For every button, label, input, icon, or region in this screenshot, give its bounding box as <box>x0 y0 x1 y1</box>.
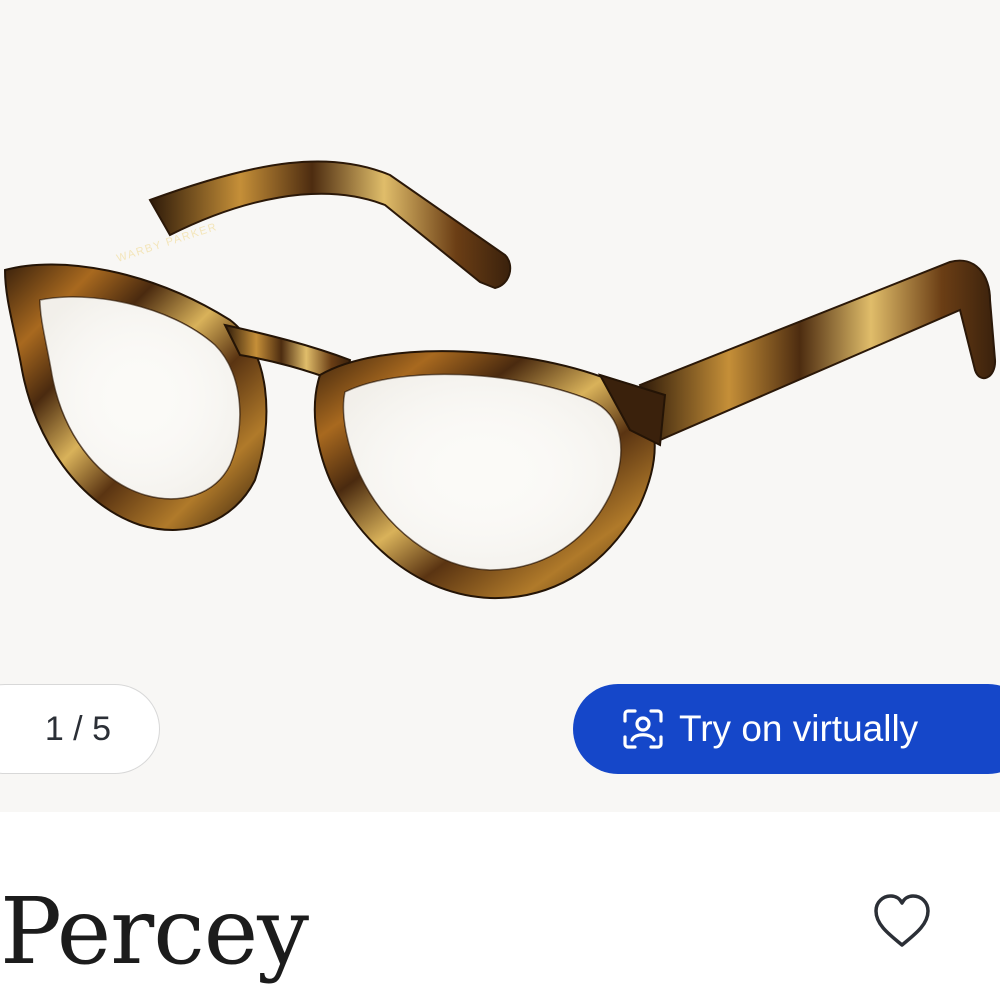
product-title: Percey <box>0 878 309 985</box>
face-scan-icon <box>621 707 665 751</box>
favorite-button[interactable] <box>862 882 942 962</box>
try-on-virtually-label: Try on virtually <box>679 708 919 749</box>
product-image-gallery[interactable]: WARBY PARKER 1 / 5 Try on virtually <box>0 0 1000 812</box>
try-on-virtually-button[interactable]: Try on virtually <box>573 684 1000 774</box>
image-counter-label: 1 / 5 <box>44 709 111 748</box>
heart-outline-icon <box>874 894 930 947</box>
image-counter: 1 / 5 <box>0 684 160 774</box>
